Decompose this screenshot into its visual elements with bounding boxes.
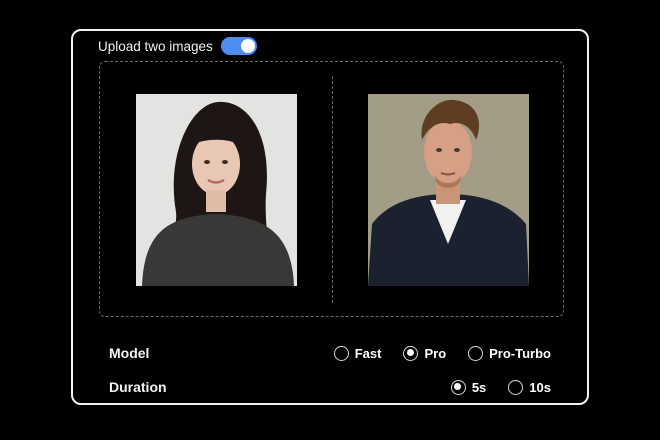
radio-unchecked-icon[interactable] xyxy=(508,379,524,395)
radio-checked-icon[interactable] xyxy=(403,345,419,361)
model-option-label: Pro xyxy=(424,345,447,361)
model-label: Model xyxy=(109,345,150,361)
model-row: Model Fast Pro Pro-Turbo xyxy=(109,345,551,361)
image-dropzone[interactable] xyxy=(99,61,564,317)
duration-radio-group: 5s 10s xyxy=(450,379,551,395)
toggle-knob xyxy=(240,39,255,53)
duration-option-5s[interactable]: 5s xyxy=(450,379,487,395)
upload-row: Upload two images xyxy=(98,37,257,55)
model-option-pro[interactable]: Pro xyxy=(403,345,447,361)
uploaded-image-1[interactable] xyxy=(136,94,297,286)
duration-label: Duration xyxy=(109,379,167,395)
woman-portrait-image xyxy=(136,94,297,286)
settings-panel: Upload two images Model Fast Pro Pro-Tur… xyxy=(71,29,589,405)
duration-option-label: 5s xyxy=(471,379,487,395)
model-option-label: Fast xyxy=(354,345,382,361)
duration-option-label: 10s xyxy=(529,379,551,395)
radio-unchecked-icon[interactable] xyxy=(333,345,349,361)
duration-option-10s[interactable]: 10s xyxy=(508,379,551,395)
model-option-fast[interactable]: Fast xyxy=(333,345,382,361)
uploaded-image-2[interactable] xyxy=(368,94,529,286)
image-divider xyxy=(332,76,333,303)
upload-two-images-toggle[interactable] xyxy=(220,37,257,55)
model-option-pro-turbo[interactable]: Pro-Turbo xyxy=(468,345,551,361)
upload-two-images-label: Upload two images xyxy=(98,38,213,54)
model-radio-group: Fast Pro Pro-Turbo xyxy=(333,345,551,361)
man-portrait-image xyxy=(368,94,529,286)
model-option-label: Pro-Turbo xyxy=(489,345,551,361)
radio-checked-icon[interactable] xyxy=(450,379,466,395)
radio-unchecked-icon[interactable] xyxy=(468,345,484,361)
duration-row: Duration 5s 10s xyxy=(109,379,551,395)
